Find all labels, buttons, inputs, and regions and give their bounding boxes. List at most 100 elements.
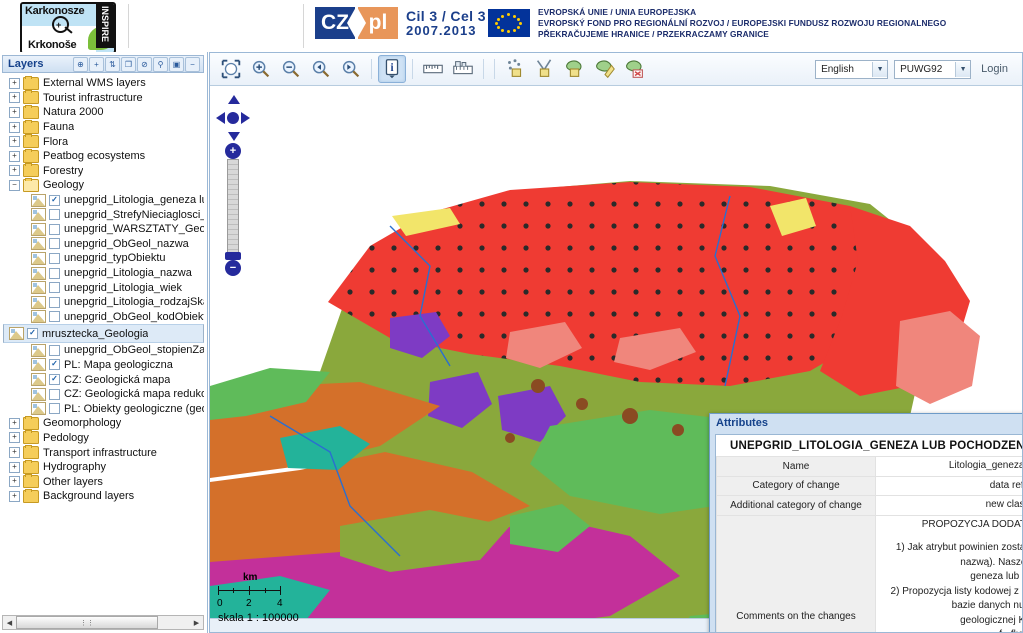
expand-toggle-icon[interactable]: + <box>9 476 20 488</box>
tree-layer[interactable]: ✓ unepgrid_Litologia_geneza lub pochodzen… <box>3 193 204 208</box>
scroll-left-icon[interactable]: ◀ <box>3 616 16 629</box>
layer-visibility-checkbox[interactable]: ✓ <box>49 359 60 371</box>
tree-layer[interactable]: ✓ CZ: Geologická mapa <box>3 372 204 387</box>
tree-layer[interactable]: unepgrid_WARSZTATY_Geologia <box>3 222 204 237</box>
pan-center-icon[interactable] <box>227 112 239 124</box>
layer-visibility-checkbox[interactable] <box>49 344 60 356</box>
select-line-icon[interactable] <box>531 55 559 83</box>
tree-folder[interactable]: + External WMS layers <box>3 76 204 91</box>
zoom-out-icon[interactable] <box>277 55 305 83</box>
tree-layer[interactable]: unepgrid_Litologia_rodzajSkaly <box>3 295 204 310</box>
layer-visibility-checkbox[interactable] <box>49 267 60 279</box>
tree-folder[interactable]: + Tourist infrastructure <box>3 90 204 106</box>
clear-selection-icon[interactable] <box>621 55 649 83</box>
add-layer-icon[interactable]: + <box>89 56 104 72</box>
zoom-full-extent-icon[interactable] <box>217 55 245 83</box>
select-polygon-icon[interactable] <box>561 55 589 83</box>
layer-visibility-checkbox[interactable] <box>49 296 60 308</box>
tree-layer[interactable]: unepgrid_StrefyNieciaglosci_rodzaj nieci… <box>3 207 204 222</box>
tree-layer[interactable]: CZ: Geologická mapa redukovaná <box>3 387 204 402</box>
tree-folder[interactable]: − Geology <box>3 177 204 193</box>
layer-visibility-checkbox[interactable] <box>49 238 60 250</box>
tree-layer[interactable]: unepgrid_ObGeol_kodObiektu oraz/lub nur <box>3 310 204 325</box>
collapse-icon[interactable]: − <box>185 56 200 72</box>
layer-visibility-checkbox[interactable] <box>49 388 60 400</box>
copy-icon[interactable]: ❐ <box>121 56 136 72</box>
chevron-down-icon[interactable]: ▼ <box>955 61 971 77</box>
tree-layer[interactable]: unepgrid_ObGeol_nazwa <box>3 237 204 252</box>
expand-toggle-icon[interactable]: + <box>9 92 20 104</box>
tree-folder[interactable]: + Pedology <box>3 430 204 446</box>
layer-tree[interactable]: + External WMS layers + Tourist infrastruct… <box>3 76 204 607</box>
layer-visibility-checkbox[interactable] <box>49 403 60 415</box>
layer-visibility-checkbox[interactable]: ✓ <box>27 328 38 340</box>
attributes-window[interactable]: Attributes ▲ ✕ UNEPGRID_LITOLOGIA_GENEZA… <box>709 413 1022 632</box>
tree-folder[interactable]: + Other layers <box>3 474 204 489</box>
layer-visibility-checkbox[interactable] <box>49 252 60 264</box>
tree-folder[interactable]: + Hydrography <box>3 459 204 475</box>
remove-layer-icon[interactable]: ⊘ <box>137 56 152 72</box>
tree-folder[interactable]: + Flora <box>3 134 204 149</box>
zoom-in-button[interactable]: + <box>225 143 241 159</box>
expand-toggle-icon[interactable]: + <box>9 106 20 118</box>
map-canvas[interactable]: + − km 0 2 4 skala 1: 100000 Attributes… <box>210 86 1022 632</box>
layer-visibility-checkbox[interactable]: ✓ <box>49 374 60 386</box>
refresh-icon[interactable]: ⇅ <box>105 56 120 72</box>
zoom-slider-track[interactable] <box>227 159 239 253</box>
tree-layer[interactable]: unepgrid_Litologia_wiek <box>3 280 204 295</box>
attributes-titlebar[interactable]: Attributes ▲ ✕ <box>710 414 1022 431</box>
expand-toggle-icon[interactable]: + <box>9 136 20 148</box>
zoom-previous-icon[interactable] <box>307 55 335 83</box>
pan-control[interactable] <box>216 95 250 141</box>
expand-toggle-icon[interactable]: + <box>9 121 20 133</box>
zoom-slider-handle[interactable] <box>225 252 241 260</box>
globe-icon[interactable]: ⊕ <box>73 56 88 72</box>
expand-toggle-icon[interactable]: + <box>9 417 20 429</box>
expand-toggle-icon[interactable]: + <box>9 165 20 177</box>
zoom-next-icon[interactable] <box>337 55 365 83</box>
tree-folder[interactable]: + Geomorphology <box>3 415 204 431</box>
tree-layer[interactable]: unepgrid_Litologia_nazwa <box>3 266 204 281</box>
tree-folder[interactable]: + Peatbog ecosystems <box>3 148 204 164</box>
expand-toggle-icon[interactable]: + <box>9 447 20 459</box>
tree-folder[interactable]: + Natura 2000 <box>3 104 204 120</box>
identify-info-icon[interactable]: i <box>378 55 406 83</box>
pan-down-icon[interactable] <box>228 132 240 141</box>
expand-toggle-icon[interactable]: + <box>9 432 20 444</box>
tree-folder[interactable]: + Forestry <box>3 163 204 179</box>
pan-right-icon[interactable] <box>241 112 250 124</box>
search-icon[interactable]: ⚲ <box>153 56 168 72</box>
tree-layer[interactable]: unepgrid_ObGeol_stopienZachowania <box>3 343 204 358</box>
properties-icon[interactable]: ▣ <box>169 56 184 72</box>
language-select[interactable]: English ▼ <box>815 59 889 79</box>
tree-folder[interactable]: + Fauna <box>3 119 204 135</box>
layer-visibility-checkbox[interactable]: ✓ <box>49 194 60 206</box>
chevron-down-icon[interactable]: ▼ <box>872 61 888 77</box>
pan-up-icon[interactable] <box>228 95 240 104</box>
tree-layer[interactable]: PL: Obiekty geologiczne (geostanowiska) <box>3 401 204 416</box>
login-button[interactable]: Login <box>977 63 1012 75</box>
zoom-slider[interactable]: + − <box>225 143 241 276</box>
expand-toggle-icon[interactable]: + <box>9 490 20 502</box>
measure-distance-icon[interactable] <box>419 55 447 83</box>
layer-visibility-checkbox[interactable] <box>49 282 60 294</box>
select-point-icon[interactable] <box>501 55 529 83</box>
tree-folder[interactable]: + Background layers <box>3 488 204 504</box>
zoom-in-icon[interactable] <box>247 55 275 83</box>
layers-horizontal-scrollbar[interactable]: ◀ ⋮⋮ ▶ <box>2 615 204 630</box>
expand-toggle-icon[interactable]: + <box>9 150 20 162</box>
layer-visibility-checkbox[interactable] <box>49 223 60 235</box>
tree-folder[interactable]: + Transport infrastructure <box>3 445 204 460</box>
map-navigation-control[interactable]: + − <box>216 95 252 276</box>
layer-visibility-checkbox[interactable] <box>49 311 60 323</box>
scroll-thumb[interactable]: ⋮⋮ <box>16 616 158 629</box>
expand-toggle-icon[interactable]: + <box>9 77 20 89</box>
expand-toggle-icon[interactable]: + <box>9 461 20 473</box>
collapse-toggle-icon[interactable]: − <box>9 179 20 191</box>
layer-visibility-checkbox[interactable] <box>49 209 60 221</box>
tree-layer[interactable]: unepgrid_typObiektu <box>3 251 204 266</box>
pan-left-icon[interactable] <box>216 112 225 124</box>
tree-layer[interactable]: ✓ PL: Mapa geologiczna <box>3 358 204 373</box>
zoom-out-button[interactable]: − <box>225 260 241 276</box>
scroll-right-icon[interactable]: ▶ <box>190 616 203 629</box>
